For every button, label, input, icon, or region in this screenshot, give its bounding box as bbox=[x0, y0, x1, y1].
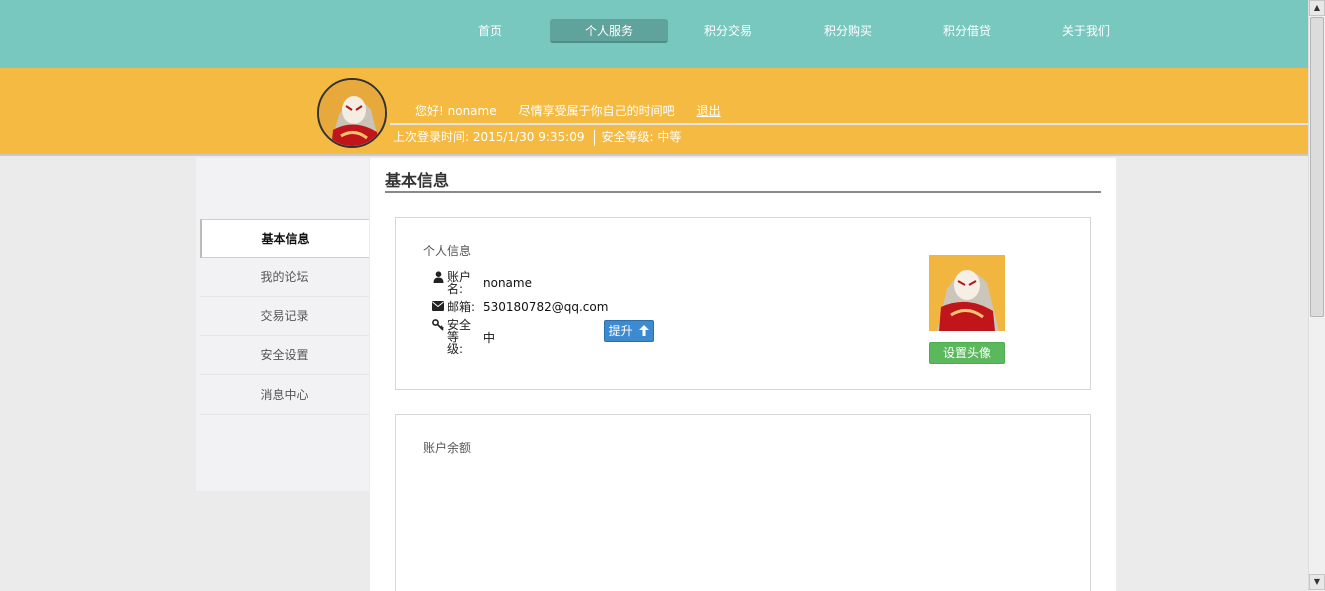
security-row: 安全等级: 中 bbox=[431, 319, 495, 355]
page-title: 基本信息 bbox=[385, 171, 450, 190]
sidebar-item-security-settings[interactable]: 安全设置 bbox=[200, 336, 369, 375]
avatar-preview-image bbox=[929, 255, 1005, 331]
nav-item-points-trade[interactable]: 积分交易 bbox=[669, 19, 787, 43]
last-login-text: 上次登录时间: 2015/1/30 9:35:09 bbox=[393, 130, 585, 144]
avatar-image bbox=[319, 80, 385, 146]
panel-title-personal-info: 个人信息 bbox=[423, 244, 472, 258]
top-nav: 首页 个人服务 积分交易 积分购买 积分借贷 关于我们 bbox=[0, 0, 1308, 68]
key-icon bbox=[431, 319, 445, 333]
sidebar: 基本信息 我的论坛 交易记录 安全设置 消息中心 bbox=[196, 158, 369, 491]
email-row: 邮箱: 530180782@qq.com bbox=[431, 300, 608, 314]
account-balance-panel: 账户余额 bbox=[395, 414, 1091, 591]
account-row: 账户名: noname bbox=[431, 271, 532, 295]
page-scrollbar[interactable]: ▲ ▼ bbox=[1308, 0, 1325, 591]
email-value: 530180782@qq.com bbox=[483, 300, 609, 314]
nav-item-points-buy[interactable]: 积分购买 bbox=[789, 19, 907, 43]
scroll-thumb[interactable] bbox=[1310, 17, 1324, 317]
personal-info-panel: 个人信息 账户名: noname 邮箱: 530180782@qq.com 安全… bbox=[395, 217, 1091, 390]
security-value: 中 bbox=[483, 330, 496, 345]
email-label: 邮箱: bbox=[447, 300, 476, 314]
main-content: 基本信息 个人信息 账户名: noname 邮箱: 530180782@qq.c… bbox=[370, 158, 1116, 591]
set-avatar-button[interactable]: 设置头像 bbox=[929, 342, 1005, 364]
upgrade-button[interactable]: 提升 bbox=[604, 320, 654, 342]
panel-title-account-balance: 账户余额 bbox=[423, 441, 472, 455]
user-icon bbox=[431, 271, 445, 285]
logout-link[interactable]: 退出 bbox=[697, 104, 721, 118]
sidebar-item-transactions[interactable]: 交易记录 bbox=[200, 297, 369, 336]
greeting-text: 您好! noname bbox=[415, 104, 497, 118]
scroll-down-icon[interactable]: ▼ bbox=[1309, 574, 1325, 590]
account-label: 账户名: bbox=[447, 270, 472, 296]
envelope-icon bbox=[431, 301, 445, 313]
nav-item-points-loan[interactable]: 积分借贷 bbox=[908, 19, 1026, 43]
nav-item-home[interactable]: 首页 bbox=[431, 19, 549, 43]
user-bar: 您好! noname 尽情享受属于你自己的时间吧 退出 上次登录时间: 2015/1… bbox=[0, 68, 1308, 156]
sidebar-item-message-center[interactable]: 消息中心 bbox=[200, 376, 369, 415]
arrow-up-icon bbox=[639, 325, 650, 336]
avatar[interactable] bbox=[317, 78, 387, 148]
sidebar-item-basic-info[interactable]: 基本信息 bbox=[200, 219, 369, 258]
title-divider bbox=[385, 191, 1101, 193]
security-level-text: 安全等级: 中等 bbox=[601, 130, 682, 144]
scroll-up-icon[interactable]: ▲ bbox=[1309, 0, 1325, 16]
security-label: 安全等级: bbox=[447, 318, 472, 356]
slogan-text: 尽情享受属于你自己的时间吧 bbox=[518, 104, 675, 118]
login-info: 上次登录时间: 2015/1/30 9:35:09 安全等级: 中等 bbox=[393, 128, 681, 146]
greeting-line: 您好! noname 尽情享受属于你自己的时间吧 退出 bbox=[415, 102, 743, 119]
separator bbox=[594, 129, 596, 146]
account-value: noname bbox=[483, 276, 532, 290]
avatar-preview bbox=[929, 255, 1005, 331]
divider bbox=[390, 123, 1308, 125]
nav-item-personal-service[interactable]: 个人服务 bbox=[550, 19, 668, 43]
sidebar-item-my-forum[interactable]: 我的论坛 bbox=[200, 258, 369, 297]
nav-item-about-us[interactable]: 关于我们 bbox=[1027, 19, 1145, 43]
upgrade-button-label: 提升 bbox=[608, 324, 633, 338]
